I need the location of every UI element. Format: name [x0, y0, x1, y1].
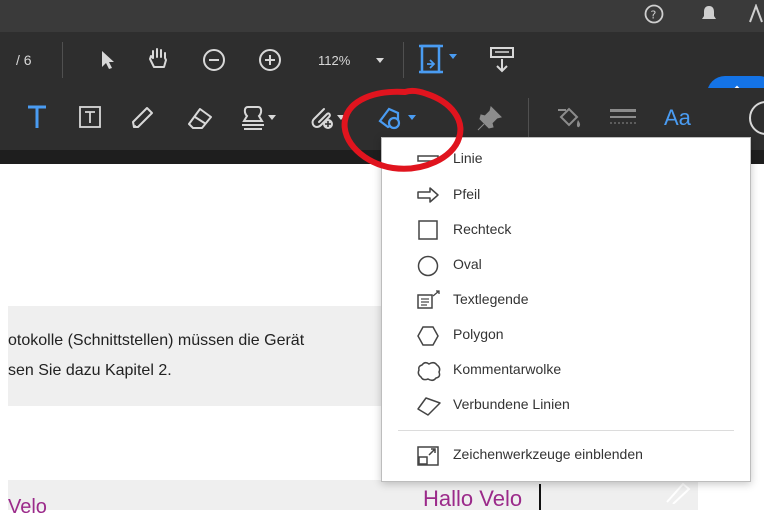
cloud-icon — [416, 360, 441, 382]
zoom-out-icon[interactable] — [201, 47, 227, 73]
red-annotation-circle — [335, 82, 470, 187]
page-fit-icon[interactable] — [419, 42, 461, 76]
text-box-icon[interactable] — [78, 105, 102, 129]
menu-item-cloud[interactable]: Kommentarwolke — [382, 353, 750, 387]
document-line-2: sen Sie dazu Kapitel 2. — [8, 362, 172, 379]
menu-item-callout[interactable]: Textlegende — [382, 283, 750, 317]
toolbar-divider — [403, 42, 404, 78]
expand-tools-icon — [416, 445, 440, 466]
chevron-down-icon[interactable] — [375, 57, 385, 65]
menu-item-label: Zeichenwerkzeuge einblenden — [453, 446, 643, 462]
account-icon[interactable] — [748, 4, 764, 24]
menu-item-polyline[interactable]: Verbundene Linien — [382, 388, 750, 422]
page-count: / 6 — [16, 52, 32, 68]
toolbar-divider — [528, 98, 529, 138]
line-weight-icon[interactable] — [608, 106, 638, 130]
menu-item-label: Verbundene Linien — [453, 396, 570, 412]
comment-text[interactable]: Hallo Velo — [423, 486, 522, 512]
scroll-mode-icon[interactable] — [487, 45, 517, 75]
add-text-icon[interactable] — [26, 104, 48, 130]
menu-item-show-drawing-tools[interactable]: Zeichenwerkzeuge einblenden — [382, 438, 750, 472]
zoom-in-icon[interactable] — [257, 47, 283, 73]
zoom-select[interactable]: 112% — [318, 53, 350, 68]
menu-item-label: Kommentarwolke — [453, 361, 562, 377]
menu-item-oval[interactable]: Oval — [382, 248, 750, 282]
main-toolbar: / 6 112% F — [0, 32, 764, 112]
text-cursor — [539, 484, 541, 510]
more-tools-icon[interactable] — [738, 100, 764, 136]
oval-icon — [416, 255, 440, 277]
document-line-1: otokolle (Schnittstellen) müssen die Ger… — [8, 332, 305, 349]
help-icon[interactable]: ? — [643, 3, 665, 25]
menu-divider — [398, 430, 734, 431]
comment-strip: Velo Hallo Velo — [8, 480, 698, 518]
polygon-icon — [416, 325, 440, 346]
eraser-icon[interactable] — [185, 104, 215, 132]
pencil-icon — [663, 480, 693, 504]
menu-item-label: Polygon — [453, 326, 504, 342]
rectangle-icon — [416, 220, 440, 240]
text-style-button[interactable]: Aa — [664, 105, 691, 131]
menu-item-rectangle[interactable]: Rechteck — [382, 213, 750, 247]
left-comment-fragment: Velo — [8, 496, 47, 518]
callout-icon — [416, 290, 440, 310]
menu-item-label: Pfeil — [453, 186, 481, 202]
document-text-block: otokolle (Schnittstellen) müssen die Ger… — [8, 306, 428, 406]
menu-item-label: Textlegende — [453, 291, 529, 307]
toolbar-divider — [62, 42, 63, 78]
svg-text:?: ? — [651, 9, 657, 22]
fill-color-icon[interactable] — [555, 104, 583, 132]
drawing-tools-menu: Linie Pfeil Rechteck Oval Textlegende Po… — [381, 137, 751, 482]
bell-icon[interactable] — [699, 4, 719, 24]
stamp-icon[interactable] — [238, 103, 278, 133]
arrow-icon — [416, 185, 440, 205]
pin-icon[interactable] — [476, 104, 504, 132]
pencil-icon[interactable] — [128, 104, 156, 132]
polyline-icon — [416, 395, 441, 416]
select-cursor-icon[interactable] — [98, 49, 118, 71]
hand-tool-icon[interactable] — [146, 46, 172, 72]
menu-item-polygon[interactable]: Polygon — [382, 318, 750, 352]
menu-item-label: Rechteck — [453, 221, 512, 237]
title-bar: ? — [0, 0, 764, 32]
menu-item-label: Oval — [453, 256, 482, 272]
